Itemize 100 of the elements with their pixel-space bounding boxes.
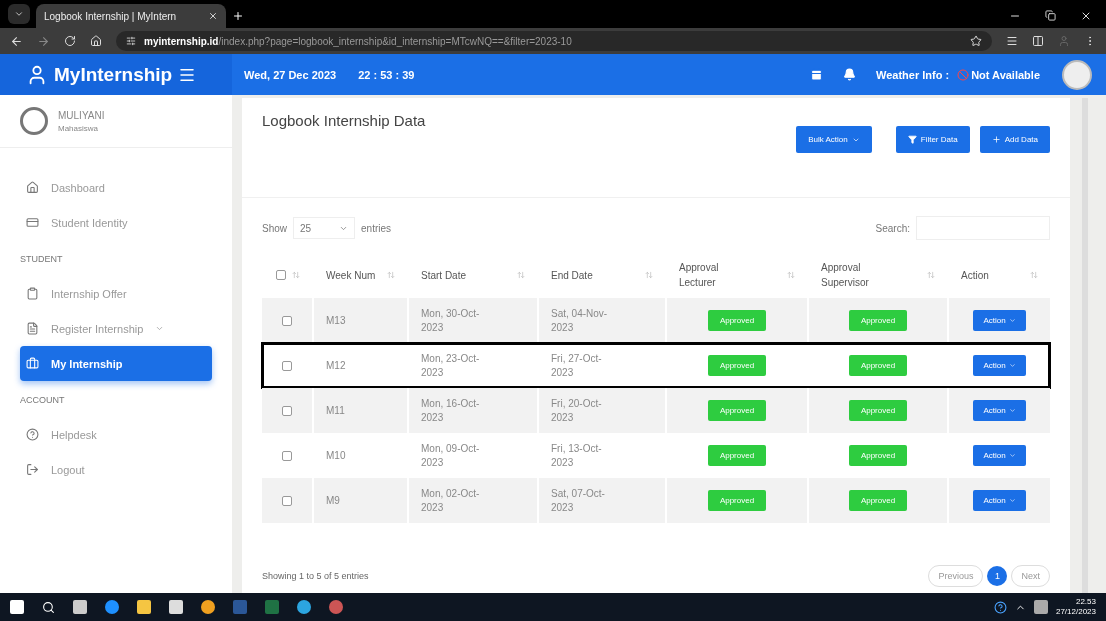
- column-header[interactable]: Approval Lecturer: [679, 260, 749, 290]
- logout-icon: [26, 463, 39, 476]
- home-icon: [90, 35, 102, 47]
- page-title: Logbook Internship Data: [262, 112, 426, 129]
- column-header[interactable]: Week Num: [326, 267, 376, 283]
- tab-list-button[interactable]: [8, 4, 30, 24]
- table-cell-text: Fri, 13-Oct-2023: [551, 441, 603, 470]
- sidebar-item[interactable]: Helpdesk: [20, 417, 212, 452]
- profile-icon: [1058, 35, 1070, 47]
- tray-icon[interactable]: [1033, 600, 1048, 614]
- column-header[interactable]: Approval Supervisor: [821, 260, 891, 290]
- briefcase-icon: [26, 357, 39, 370]
- table-cell-text: Mon, 23-Oct-2023: [421, 351, 481, 380]
- row-checkbox[interactable]: [282, 405, 292, 416]
- sidebar-item[interactable]: Student Identity: [20, 205, 212, 240]
- next-button[interactable]: Next: [1011, 565, 1050, 587]
- table-cell-text: Mon, 16-Oct-2023: [421, 396, 481, 425]
- caret-icon: [1008, 362, 1016, 369]
- column-header[interactable]: Start Date: [421, 267, 467, 283]
- show-label: Show: [262, 222, 287, 234]
- close-icon: [1080, 10, 1092, 22]
- back-icon: [10, 34, 23, 48]
- action-button[interactable]: Action: [973, 310, 1026, 331]
- table-cell-text: Mon, 09-Oct-2023: [421, 441, 481, 470]
- unavailable-icon: [957, 68, 970, 81]
- status-badge: Approved: [707, 490, 767, 511]
- table-cell: M11: [326, 403, 345, 418]
- forward-icon: [37, 34, 50, 48]
- sidebar-item[interactable]: My Internship: [20, 346, 212, 381]
- scrollbar[interactable]: [1082, 98, 1088, 593]
- sort-icon: [517, 271, 525, 279]
- add-button[interactable]: Add Data: [979, 126, 1050, 153]
- action-button[interactable]: Action: [973, 400, 1026, 421]
- status-badge: Approved: [848, 400, 908, 421]
- home-icon: [26, 181, 39, 194]
- sidebar-item[interactable]: Dashboard: [20, 170, 212, 205]
- reload-icon: [64, 35, 76, 47]
- status-badge: Approved: [707, 400, 767, 421]
- calendar-icon: [810, 68, 823, 81]
- table-cell-text: Sat, 07-Oct-2023: [551, 486, 606, 515]
- user-role: Mahasiswa: [58, 123, 99, 133]
- table-cell: M12: [326, 358, 346, 373]
- clipboard-icon: [26, 287, 39, 300]
- status-badge: Approved: [848, 310, 908, 331]
- restore-icon: [1045, 10, 1056, 21]
- action-button[interactable]: Action: [973, 490, 1026, 511]
- status-badge: Approved: [848, 355, 908, 376]
- sidebar-item[interactable]: Register Internship: [20, 311, 212, 346]
- row-checkbox[interactable]: [282, 360, 292, 371]
- status-badge: Approved: [848, 445, 908, 466]
- dropdown-button[interactable]: Bulk Action: [796, 126, 872, 153]
- page-length-select[interactable]: 25: [293, 217, 355, 239]
- action-button[interactable]: Action: [973, 445, 1026, 466]
- column-header[interactable]: End Date: [551, 267, 593, 283]
- current-time: 22 : 53 : 39: [358, 68, 415, 81]
- entries-label: entries: [361, 222, 392, 234]
- column-header[interactable]: Action: [961, 267, 989, 283]
- row-checkbox[interactable]: [282, 315, 292, 326]
- row-checkbox[interactable]: [282, 495, 292, 506]
- table-info: Showing 1 to 5 of 5 entries: [262, 571, 369, 581]
- action-button[interactable]: Action: [973, 355, 1026, 376]
- table-cell-text: Sat, 04-Nov-2023: [551, 306, 609, 335]
- table-cell: M10: [326, 448, 346, 463]
- browser-tab[interactable]: Logbook Internship | MyIntern: [36, 4, 226, 28]
- id-card-icon: [26, 216, 39, 229]
- sidebar-item[interactable]: Logout: [20, 452, 212, 487]
- status-badge: Approved: [707, 310, 767, 331]
- section-heading: STUDENT: [19, 253, 64, 266]
- sort-icon: [645, 271, 653, 279]
- filter-button[interactable]: Filter Data: [895, 126, 970, 153]
- address-bar[interactable]: myinternship.id/index.php?page=logbook_internship&id_internship=MTcwNQ==&filter=2023-10: [116, 31, 992, 51]
- folder-icon[interactable]: [137, 600, 151, 614]
- task-view-icon[interactable]: [73, 600, 87, 614]
- caret-icon: [1008, 497, 1016, 504]
- search-label: Search:: [875, 222, 910, 234]
- status-badge: Approved: [707, 445, 767, 466]
- sort-icon: [787, 271, 795, 279]
- clock-time: 22.53: [1074, 596, 1096, 607]
- filter-icon: [907, 135, 917, 144]
- start-icon[interactable]: [10, 600, 24, 614]
- sort-icon: [927, 271, 935, 279]
- sort-icon: [1030, 271, 1038, 279]
- weather-label: Weather Info :: [876, 68, 950, 81]
- caret-icon: [1008, 452, 1016, 459]
- sidebar-item[interactable]: Internship Offer: [20, 276, 212, 311]
- plus-icon: [991, 135, 1001, 144]
- site-settings-icon: [126, 36, 136, 46]
- avatar[interactable]: [1062, 59, 1092, 90]
- clock-date: 27/12/2023: [1055, 607, 1096, 618]
- previous-button[interactable]: Previous: [928, 565, 984, 587]
- caret-icon: [14, 9, 24, 19]
- page-button[interactable]: 1: [987, 566, 1008, 586]
- row-checkbox[interactable]: [282, 450, 292, 461]
- table-cell: M13: [326, 313, 346, 328]
- close-icon: [208, 11, 218, 21]
- search-icon: [42, 600, 55, 614]
- section-heading: ACCOUNT: [19, 394, 66, 407]
- select-all-checkbox[interactable]: [276, 270, 286, 280]
- caret-icon: [1008, 317, 1016, 324]
- table-cell: M9: [326, 493, 340, 508]
